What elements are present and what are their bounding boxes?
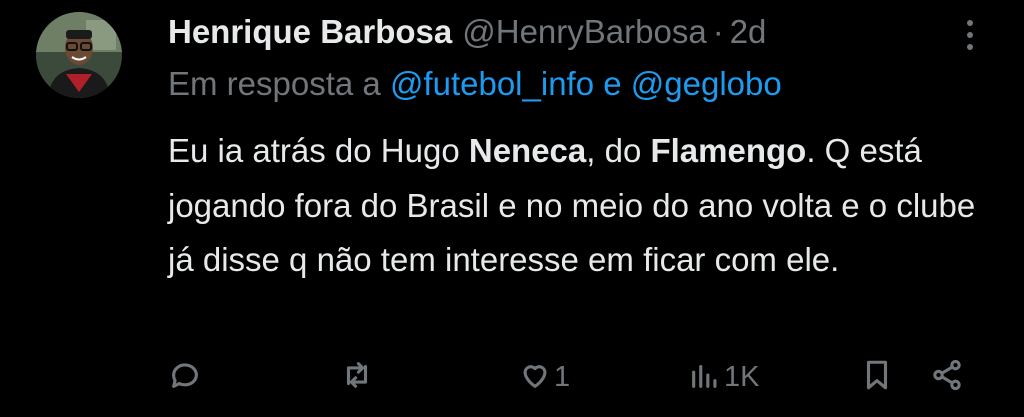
tweet-text-part: , do (586, 132, 651, 169)
bookmark-icon (860, 358, 894, 397)
tweet-text-bold-neneca: Neneca (468, 132, 587, 169)
views-icon (688, 358, 722, 397)
bookmark-button[interactable] (860, 355, 894, 399)
like-button[interactable]: 1 (518, 355, 570, 399)
like-count: 1 (554, 360, 571, 393)
avatar[interactable] (36, 12, 122, 98)
tweet-text-part: Eu ia atrás do Hugo (168, 132, 469, 169)
author-handle[interactable]: @HenryBarbosa (462, 12, 706, 52)
separator-dot: · (712, 13, 724, 50)
reply-context: Em resposta a @futebol_info e @geglobo (168, 64, 782, 104)
share-button[interactable] (930, 355, 964, 399)
retweet-icon (340, 358, 374, 397)
reply-button[interactable] (168, 355, 202, 399)
reply-mention-futebol-info[interactable]: @futebol_info (390, 65, 594, 102)
comment-icon (168, 358, 202, 397)
reply-conjunction[interactable]: e (603, 65, 621, 102)
more-options-icon[interactable] (958, 20, 982, 50)
views-button[interactable]: 1K (688, 355, 759, 399)
views-count: 1K (724, 360, 760, 393)
action-bar: 1 1K (168, 355, 988, 399)
tweet-text-bold-flamengo: Flamengo (650, 132, 807, 169)
tweet-header: Henrique Barbosa @HenryBarbosa · 2d (168, 12, 766, 52)
reply-prefix: Em resposta a (168, 65, 381, 102)
author-name[interactable]: Henrique Barbosa (168, 12, 452, 52)
tweet-age[interactable]: 2d (730, 12, 767, 52)
tweet-text: Eu ia atrás do Hugo Neneca, do Flamengo.… (168, 124, 998, 288)
share-icon (930, 358, 964, 397)
heart-icon (518, 358, 552, 397)
reply-mention-geglobo[interactable]: @geglobo (631, 65, 782, 102)
retweet-button[interactable] (340, 355, 374, 399)
